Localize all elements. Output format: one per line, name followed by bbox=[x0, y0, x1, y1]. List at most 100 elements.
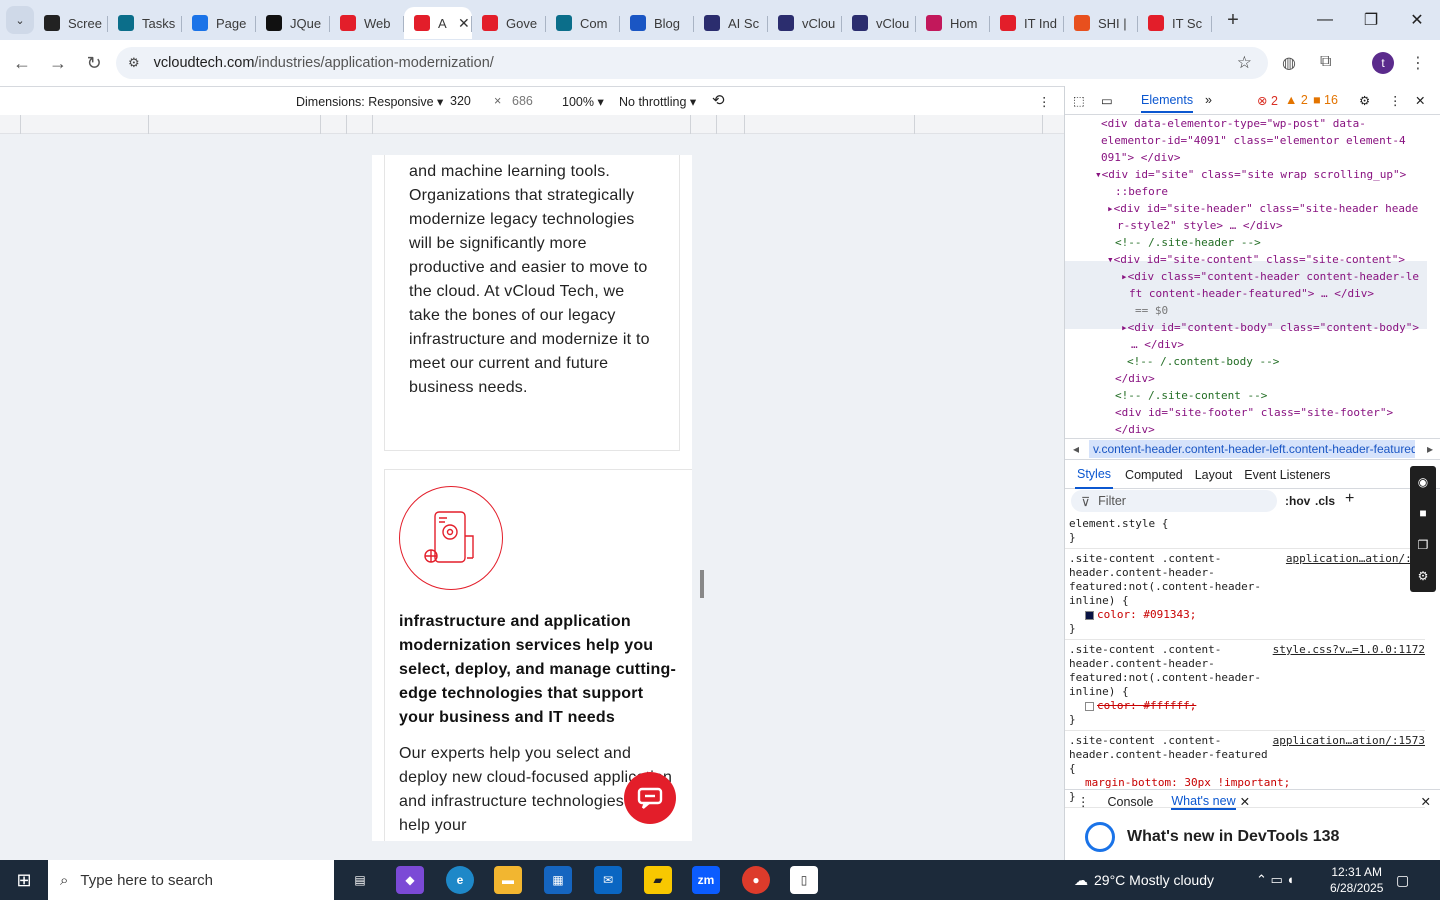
browser-tab[interactable]: IT Sc bbox=[1138, 7, 1212, 39]
dom-node-line[interactable]: </div> bbox=[1115, 421, 1155, 435]
browser-tab[interactable]: Hom bbox=[916, 7, 990, 39]
translate-icon[interactable]: ◍ bbox=[1282, 53, 1296, 73]
camera-icon[interactable]: ◉ bbox=[1418, 475, 1428, 489]
browser-tab[interactable]: Com bbox=[546, 7, 620, 39]
dom-node-line[interactable]: … </div> bbox=[1131, 336, 1184, 353]
dom-breadcrumb[interactable]: ◂ v.content-header.content-header-left.c… bbox=[1065, 438, 1440, 460]
dom-node-line[interactable]: ▸<div class="content-header content-head… bbox=[1121, 268, 1419, 285]
drawer-tab-console[interactable]: Console bbox=[1108, 795, 1154, 809]
notepad-icon[interactable]: ▯ bbox=[790, 866, 818, 894]
task-view-icon[interactable]: ▤ bbox=[346, 866, 374, 894]
drawer-menu-icon[interactable]: ⋮ bbox=[1077, 794, 1090, 809]
restore-button[interactable]: ❐ bbox=[1348, 0, 1394, 40]
bookmark-star-icon[interactable]: ☆ bbox=[1237, 53, 1252, 73]
browser-tab[interactable]: Web bbox=[330, 7, 404, 39]
dom-node-line[interactable]: ▾<div id="site" class="site wrap scrolli… bbox=[1095, 166, 1406, 183]
chat-widget-button[interactable] bbox=[624, 772, 676, 824]
browser-tab[interactable]: Gove bbox=[472, 7, 546, 39]
close-tab-icon[interactable]: ✕ bbox=[458, 15, 470, 32]
site-info-icon[interactable]: ⚙ bbox=[128, 55, 140, 71]
browser-tab[interactable]: IT Ind bbox=[990, 7, 1064, 39]
color-swatch-icon[interactable] bbox=[1085, 610, 1094, 620]
dom-node-line[interactable]: r-style2" style> … </div> bbox=[1117, 217, 1283, 234]
issue-count[interactable]: ■ 16 bbox=[1313, 93, 1338, 107]
browser-tab[interactable]: Scree bbox=[34, 7, 108, 39]
dom-node-line[interactable]: ::before bbox=[1115, 183, 1168, 200]
start-button[interactable]: ⊞ bbox=[0, 860, 48, 900]
inspect-icon[interactable]: ⬚ bbox=[1073, 93, 1085, 108]
dom-node-line[interactable]: <!-- /.site-content --> bbox=[1115, 387, 1267, 404]
devtools-more-icon[interactable]: ⋮ bbox=[1389, 93, 1402, 108]
hov-toggle[interactable]: :hov bbox=[1285, 494, 1310, 508]
file-explorer-icon[interactable]: ▬ bbox=[494, 866, 522, 894]
resize-handle-right[interactable] bbox=[700, 570, 704, 598]
mail-icon[interactable]: ✉ bbox=[594, 866, 622, 894]
browser-tab[interactable]: vClou bbox=[842, 7, 916, 39]
profile-avatar[interactable]: t bbox=[1372, 52, 1394, 74]
styles-subtab[interactable]: Event Listeners bbox=[1244, 468, 1330, 482]
address-bar[interactable]: ⚙ vcloudtech.com/industries/application-… bbox=[116, 47, 1268, 79]
store-icon[interactable]: ▦ bbox=[544, 866, 572, 894]
devtools-close-icon[interactable]: ✕ bbox=[1415, 93, 1425, 108]
rule-declaration[interactable]: color: #ffffff; bbox=[1069, 699, 1421, 713]
clock[interactable]: 12:31 AM 6/28/2025 bbox=[1330, 860, 1383, 900]
dom-node-line[interactable]: 091"> </div> bbox=[1101, 149, 1180, 166]
css-rule[interactable]: .site-content .content-header.content-he… bbox=[1065, 549, 1425, 640]
media-query-ruler[interactable] bbox=[0, 115, 1064, 134]
forward-button[interactable]: → bbox=[40, 53, 76, 74]
extensions-icon[interactable]: ⧉ bbox=[1320, 53, 1331, 71]
browser-tab[interactable]: Page bbox=[182, 7, 256, 39]
height-input[interactable]: 686 bbox=[512, 94, 533, 108]
video-icon[interactable]: ■ bbox=[1419, 506, 1426, 520]
more-tabs-icon[interactable]: » bbox=[1205, 93, 1212, 107]
styles-subtab[interactable]: Computed bbox=[1125, 468, 1183, 482]
browser-tab[interactable]: Blog bbox=[620, 7, 694, 39]
browser-tab[interactable]: AI Sc bbox=[694, 7, 768, 39]
browser-tab[interactable]: A ✕ bbox=[404, 7, 472, 39]
notifications-icon[interactable]: ▢ bbox=[1396, 860, 1409, 900]
minimize-button[interactable]: — bbox=[1302, 0, 1348, 40]
dom-node-line[interactable]: <div data-elementor-type="wp-post" data- bbox=[1101, 115, 1366, 132]
settings-icon[interactable]: ⚙ bbox=[1418, 569, 1429, 583]
zoom-icon[interactable]: zm bbox=[692, 866, 720, 894]
browser-tab[interactable]: SHI | bbox=[1064, 7, 1138, 39]
new-tab-button[interactable]: + bbox=[1218, 9, 1248, 32]
rotate-icon[interactable]: ⟲ bbox=[712, 91, 725, 109]
styles-filter-input[interactable]: ⊽ Filter bbox=[1071, 490, 1277, 512]
copilot-icon[interactable]: ◆ bbox=[396, 866, 424, 894]
chrome-icon[interactable]: ● bbox=[742, 866, 770, 894]
new-rule-icon[interactable]: + bbox=[1345, 490, 1354, 508]
tab-elements[interactable]: Elements bbox=[1141, 93, 1194, 113]
dom-tree[interactable]: <div data-elementor-type="wp-post" data-… bbox=[1065, 115, 1440, 435]
dom-node-line[interactable]: == $0 bbox=[1135, 302, 1168, 319]
dom-node-line[interactable]: elementor-id="4091" class="elementor ele… bbox=[1101, 132, 1406, 149]
dom-node-line[interactable]: ft content-header-featured"> … </div> bbox=[1129, 285, 1374, 302]
dimensions-dropdown[interactable]: Dimensions: Responsive ▾ bbox=[296, 94, 443, 109]
styles-subtab[interactable]: Layout bbox=[1195, 468, 1233, 482]
device-more-icon[interactable]: ⋮ bbox=[1038, 94, 1051, 109]
weather-widget[interactable]: ☁ 29°C Mostly cloudy bbox=[1074, 860, 1214, 900]
dom-node-line[interactable]: ▸<div id="site-header" class="site-heade… bbox=[1107, 200, 1418, 217]
width-input[interactable]: 320 bbox=[450, 94, 471, 108]
dom-node-line[interactable]: <!-- /.content-body --> bbox=[1127, 353, 1279, 370]
error-count[interactable]: ⊗ 2 bbox=[1257, 93, 1278, 108]
tab-search-button[interactable]: ⌄ bbox=[6, 6, 34, 34]
reload-button[interactable]: ↻ bbox=[76, 53, 112, 74]
breadcrumb-right-icon[interactable]: ▸ bbox=[1427, 442, 1433, 456]
browser-tab[interactable]: JQue bbox=[256, 7, 330, 39]
rule-declaration[interactable]: color: #091343; bbox=[1069, 608, 1421, 622]
css-rule[interactable]: element.style {} bbox=[1065, 514, 1425, 549]
zoom-dropdown[interactable]: 100% ▾ bbox=[562, 94, 604, 109]
color-swatch-icon[interactable] bbox=[1085, 701, 1094, 711]
device-toggle-icon[interactable]: ▭ bbox=[1101, 93, 1113, 108]
breadcrumb-left-icon[interactable]: ◂ bbox=[1073, 442, 1079, 456]
drawer-tab-whatsnew[interactable]: What's new bbox=[1171, 794, 1236, 810]
rule-source-link[interactable]: application…ation/:13 bbox=[1286, 552, 1425, 566]
throttling-dropdown[interactable]: No throttling ▾ bbox=[619, 94, 696, 109]
back-button[interactable]: ← bbox=[4, 53, 40, 74]
edge-icon[interactable]: e bbox=[446, 866, 474, 894]
taskbar-search[interactable]: ⌕ Type here to search bbox=[48, 860, 334, 900]
dom-node-line[interactable]: ▸<div id="content-body" class="content-b… bbox=[1121, 319, 1419, 336]
browser-tab[interactable]: Tasks bbox=[108, 7, 182, 39]
warning-count[interactable]: ▲ 2 bbox=[1285, 93, 1308, 107]
